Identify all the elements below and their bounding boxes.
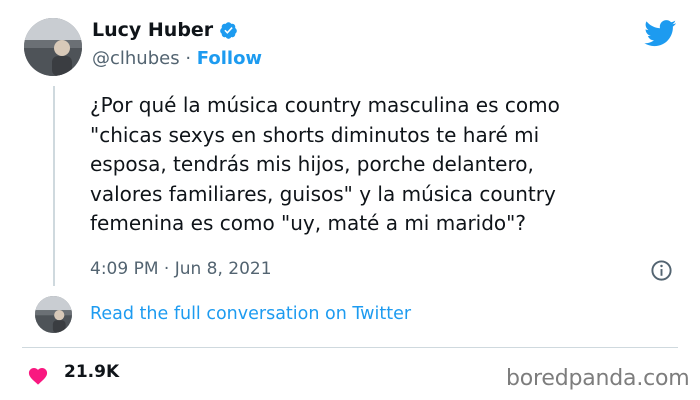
author-handle-row: @clhubes · Follow bbox=[92, 48, 262, 69]
follow-link[interactable]: Follow bbox=[197, 48, 262, 69]
author-name-row: Lucy Huber bbox=[92, 19, 238, 41]
watermark: boredpanda.com bbox=[506, 366, 690, 391]
avatar-photo bbox=[24, 18, 82, 76]
tweet-text: ¿Por qué la música country masculina es … bbox=[90, 93, 560, 235]
divider bbox=[22, 347, 678, 348]
author-avatar[interactable] bbox=[24, 18, 82, 76]
handle-separator: · bbox=[185, 48, 192, 69]
tweet-timestamp[interactable]: 4:09 PM · Jun 8, 2021 bbox=[90, 259, 272, 279]
avatar-photo bbox=[35, 296, 72, 333]
read-conversation-link[interactable]: Read the full conversation on Twitter bbox=[90, 304, 411, 324]
conversation-avatar[interactable] bbox=[35, 296, 72, 333]
verified-badge-icon bbox=[219, 21, 238, 40]
like-count: 21.9K bbox=[64, 362, 120, 382]
thread-line bbox=[53, 86, 55, 286]
author-name[interactable]: Lucy Huber bbox=[92, 19, 213, 41]
author-handle[interactable]: @clhubes bbox=[92, 48, 180, 69]
